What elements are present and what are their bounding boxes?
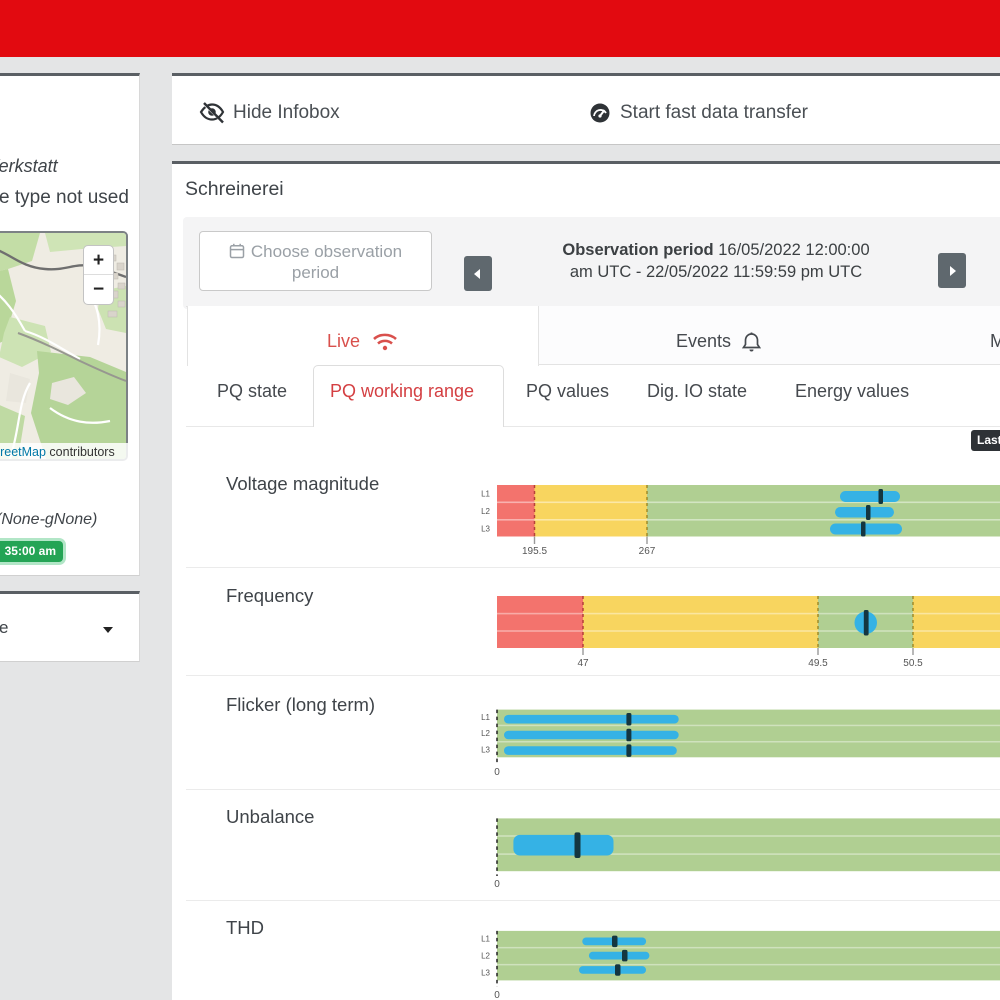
svg-text:47: 47 <box>577 658 589 669</box>
svg-text:0: 0 <box>494 990 500 1000</box>
svg-text:L1: L1 <box>481 490 490 499</box>
svg-text:L3: L3 <box>481 969 490 978</box>
svg-text:L3: L3 <box>481 746 490 755</box>
svg-text:49.5: 49.5 <box>808 658 828 669</box>
svg-text:L2: L2 <box>481 952 490 961</box>
svg-text:L3: L3 <box>481 525 490 534</box>
svg-text:L1: L1 <box>481 935 490 944</box>
svg-text:0: 0 <box>494 879 500 890</box>
svg-text:195.5: 195.5 <box>522 546 547 557</box>
svg-text:L2: L2 <box>481 507 490 516</box>
svg-text:0: 0 <box>494 767 500 778</box>
svg-text:L2: L2 <box>481 729 490 738</box>
svg-text:267: 267 <box>639 546 656 557</box>
svg-text:50.5: 50.5 <box>903 658 923 669</box>
svg-text:L1: L1 <box>481 713 490 722</box>
